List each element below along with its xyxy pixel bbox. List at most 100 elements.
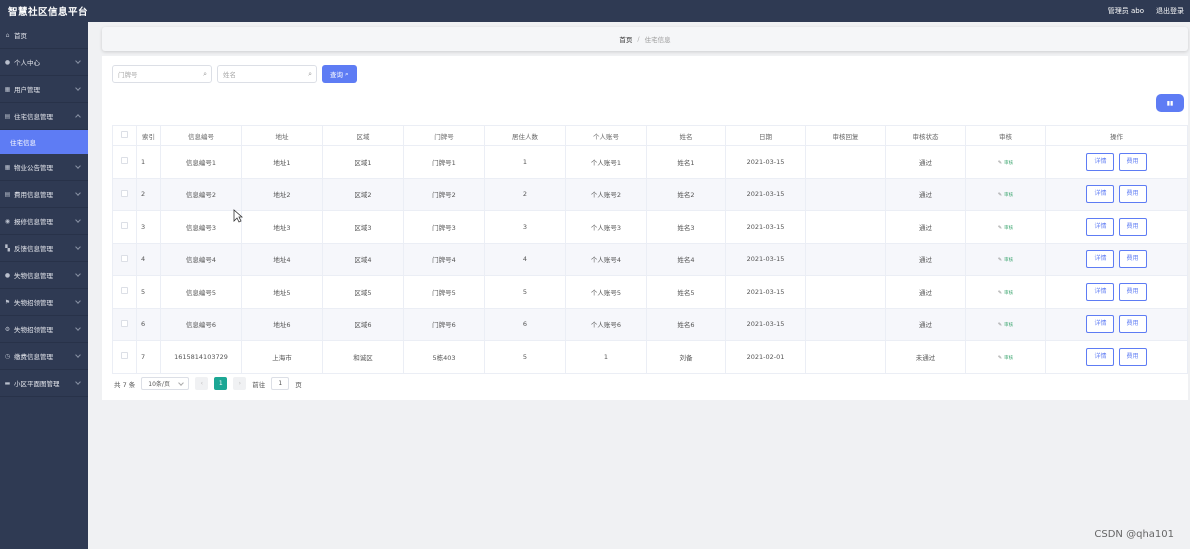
cell-date: 2021-03-15: [725, 307, 806, 341]
page-size-select[interactable]: 10条/页: [141, 377, 190, 390]
row-checkbox[interactable]: [112, 340, 137, 374]
page-1-button[interactable]: 1: [214, 377, 228, 390]
detail-button[interactable]: 详情: [1086, 185, 1115, 204]
row-checkbox[interactable]: [112, 275, 137, 309]
row-checkbox[interactable]: [112, 242, 137, 276]
audit-link[interactable]: ✎ 审核: [998, 290, 1013, 296]
total-count: 共 7 条: [114, 380, 136, 389]
sidebar: ⌂ 首页 ● 个人中心 ▦ 用户管理 ▤ 住宅信息管理 住宅信息 ▦ 物业公告管…: [0, 22, 88, 549]
detail-button[interactable]: 详情: [1086, 152, 1115, 171]
audit-link[interactable]: ✎ 审核: [998, 192, 1013, 198]
audit-link[interactable]: ✎ 审核: [998, 355, 1013, 361]
sidebar-item-housing[interactable]: ▤ 住宅信息管理: [0, 103, 88, 130]
detail-button[interactable]: 详情: [1086, 217, 1115, 236]
cell-address: 地址2: [241, 177, 323, 211]
column-header: 日期: [725, 125, 806, 146]
bar-chart-icon: ▮▮: [1166, 99, 1174, 107]
fee-button[interactable]: 費用: [1118, 347, 1147, 366]
breadcrumb-current: 住宅信息: [644, 36, 671, 44]
sidebar-item-1[interactable]: ▤ 費用信息管理: [0, 181, 88, 208]
fee-button[interactable]: 費用: [1118, 185, 1147, 204]
cell-code: 信息编号2: [160, 177, 242, 211]
cell-code: 信息编号3: [160, 210, 242, 244]
row-checkbox[interactable]: [112, 145, 137, 179]
flag-icon: ⚑: [4, 298, 11, 306]
column-header: 审核状态: [885, 125, 966, 146]
sidebar-item-7[interactable]: ◷ 缴费信息管理: [0, 343, 88, 370]
row-checkbox[interactable]: [112, 210, 137, 244]
sidebar-item-2[interactable]: ◉ 报修信息管理: [0, 208, 88, 235]
fee-button[interactable]: 費用: [1118, 217, 1147, 236]
sidebar-item-label: 个人中心: [14, 59, 40, 67]
fee-button[interactable]: 費用: [1118, 250, 1147, 269]
table-row[interactable]: 6 信息编号6 地址6 区域6 门牌号6 6 个人账号6 姓名6 2021-03…: [112, 307, 1188, 341]
cell-name: 刘备: [646, 340, 726, 374]
cell-account: 个人账号3: [565, 210, 647, 244]
fee-button[interactable]: 費用: [1118, 282, 1147, 301]
sidebar-item-personal[interactable]: ● 个人中心: [0, 49, 88, 76]
query-button[interactable]: 查询 ⌕: [322, 65, 357, 83]
chevron-down-icon: [75, 85, 81, 91]
breadcrumb-home[interactable]: 首页: [619, 34, 632, 44]
table-row[interactable]: 2 信息编号2 地址2 区域2 门牌号2 2 个人账号2 姓名2 2021-03…: [112, 177, 1188, 211]
admin-label[interactable]: 管理员 abo: [1108, 6, 1144, 16]
sidebar-item-users[interactable]: ▦ 用户管理: [0, 76, 88, 103]
cell-actions: 详情 費用: [1045, 275, 1188, 309]
cell-actions: 详情 費用: [1045, 210, 1188, 244]
row-checkbox[interactable]: [112, 307, 137, 341]
table-row[interactable]: 7 1615814103729 上海市 和诚区 5栋403 5 1 刘备 202…: [112, 340, 1188, 374]
cell-account: 个人账号1: [565, 145, 647, 179]
detail-button[interactable]: 详情: [1086, 282, 1115, 301]
cell-area: 区域4: [322, 242, 404, 276]
name-input[interactable]: 姓名 ⌕: [217, 65, 317, 83]
detail-button[interactable]: 详情: [1086, 347, 1115, 366]
sidebar-item-6[interactable]: ⚙ 失物招领管理: [0, 316, 88, 343]
cell-door: 门牌号3: [403, 210, 485, 244]
cell-door: 门牌号1: [403, 145, 485, 179]
logout-button[interactable]: 退出登录: [1156, 6, 1184, 16]
table-row[interactable]: 1 信息编号1 地址1 区域1 门牌号1 1 个人账号1 姓名1 2021-03…: [112, 145, 1188, 179]
column-header: 索引: [136, 125, 161, 146]
audit-link[interactable]: ✎ 审核: [998, 257, 1013, 263]
fee-button[interactable]: 費用: [1118, 315, 1147, 334]
search-icon: ⌕: [203, 70, 207, 78]
sidebar-item-0[interactable]: ▦ 物业公告管理: [0, 154, 88, 181]
clock-icon: ◷: [4, 352, 11, 360]
column-header: 门牌号: [403, 125, 485, 146]
sidebar-item-5[interactable]: ⚑ 失物招领管理: [0, 289, 88, 316]
cell-code: 信息编号4: [160, 242, 242, 276]
sidebar-item-8[interactable]: ▬ 小区平面图管理: [0, 370, 88, 397]
apps-icon: ▚: [5, 244, 10, 252]
fee-button[interactable]: 費用: [1118, 152, 1147, 171]
content-card: 门牌号 ⌕ 姓名 ⌕ 查询 ⌕ ▮▮ 索引 信息编号 地址 区域 门牌号 居住人…: [102, 56, 1188, 400]
select-all-checkbox[interactable]: [112, 125, 137, 146]
cell-status: 未通过: [885, 340, 966, 374]
cell-count: 5: [484, 340, 566, 374]
sidebar-item-3[interactable]: ▚ 反馈信息管理: [0, 235, 88, 262]
table-row[interactable]: 5 信息编号5 地址5 区域5 门牌号5 5 个人账号5 姓名5 2021-03…: [112, 275, 1188, 309]
breadcrumb-separator: /: [637, 35, 640, 43]
prev-page-button[interactable]: ‹: [195, 377, 209, 390]
pagination: 共 7 条 10条/页 ‹ 1 › 前往 1 页: [114, 377, 302, 390]
sidebar-subitem-housing-info[interactable]: 住宅信息: [0, 130, 88, 154]
audit-link[interactable]: ✎ 审核: [998, 322, 1013, 328]
cell-actions: 详情 費用: [1045, 242, 1188, 276]
detail-button[interactable]: 详情: [1086, 315, 1115, 334]
next-page-button[interactable]: ›: [233, 377, 247, 390]
breadcrumb: 首页 / 住宅信息: [102, 27, 1188, 51]
chart-button[interactable]: ▮▮: [1156, 94, 1184, 112]
sidebar-item-4[interactable]: ● 失物信息管理: [0, 262, 88, 289]
user-icon: ●: [4, 271, 11, 279]
audit-link[interactable]: ✎ 审核: [998, 225, 1013, 231]
door-number-input[interactable]: 门牌号 ⌕: [112, 65, 212, 83]
chevron-down-icon: [75, 217, 81, 223]
table-row[interactable]: 3 信息编号3 地址3 区域3 门牌号3 3 个人账号3 姓名3 2021-03…: [112, 210, 1188, 244]
goto-page-input[interactable]: 1: [271, 377, 290, 390]
row-checkbox[interactable]: [112, 177, 137, 211]
audit-link[interactable]: ✎ 审核: [998, 160, 1013, 166]
cell-count: 6: [484, 307, 566, 341]
edit-icon: ✎: [997, 257, 1003, 264]
detail-button[interactable]: 详情: [1086, 250, 1115, 269]
table-row[interactable]: 4 信息编号4 地址4 区域4 门牌号4 4 个人账号4 姓名4 2021-03…: [112, 242, 1188, 276]
sidebar-item-home[interactable]: ⌂ 首页: [0, 22, 88, 49]
